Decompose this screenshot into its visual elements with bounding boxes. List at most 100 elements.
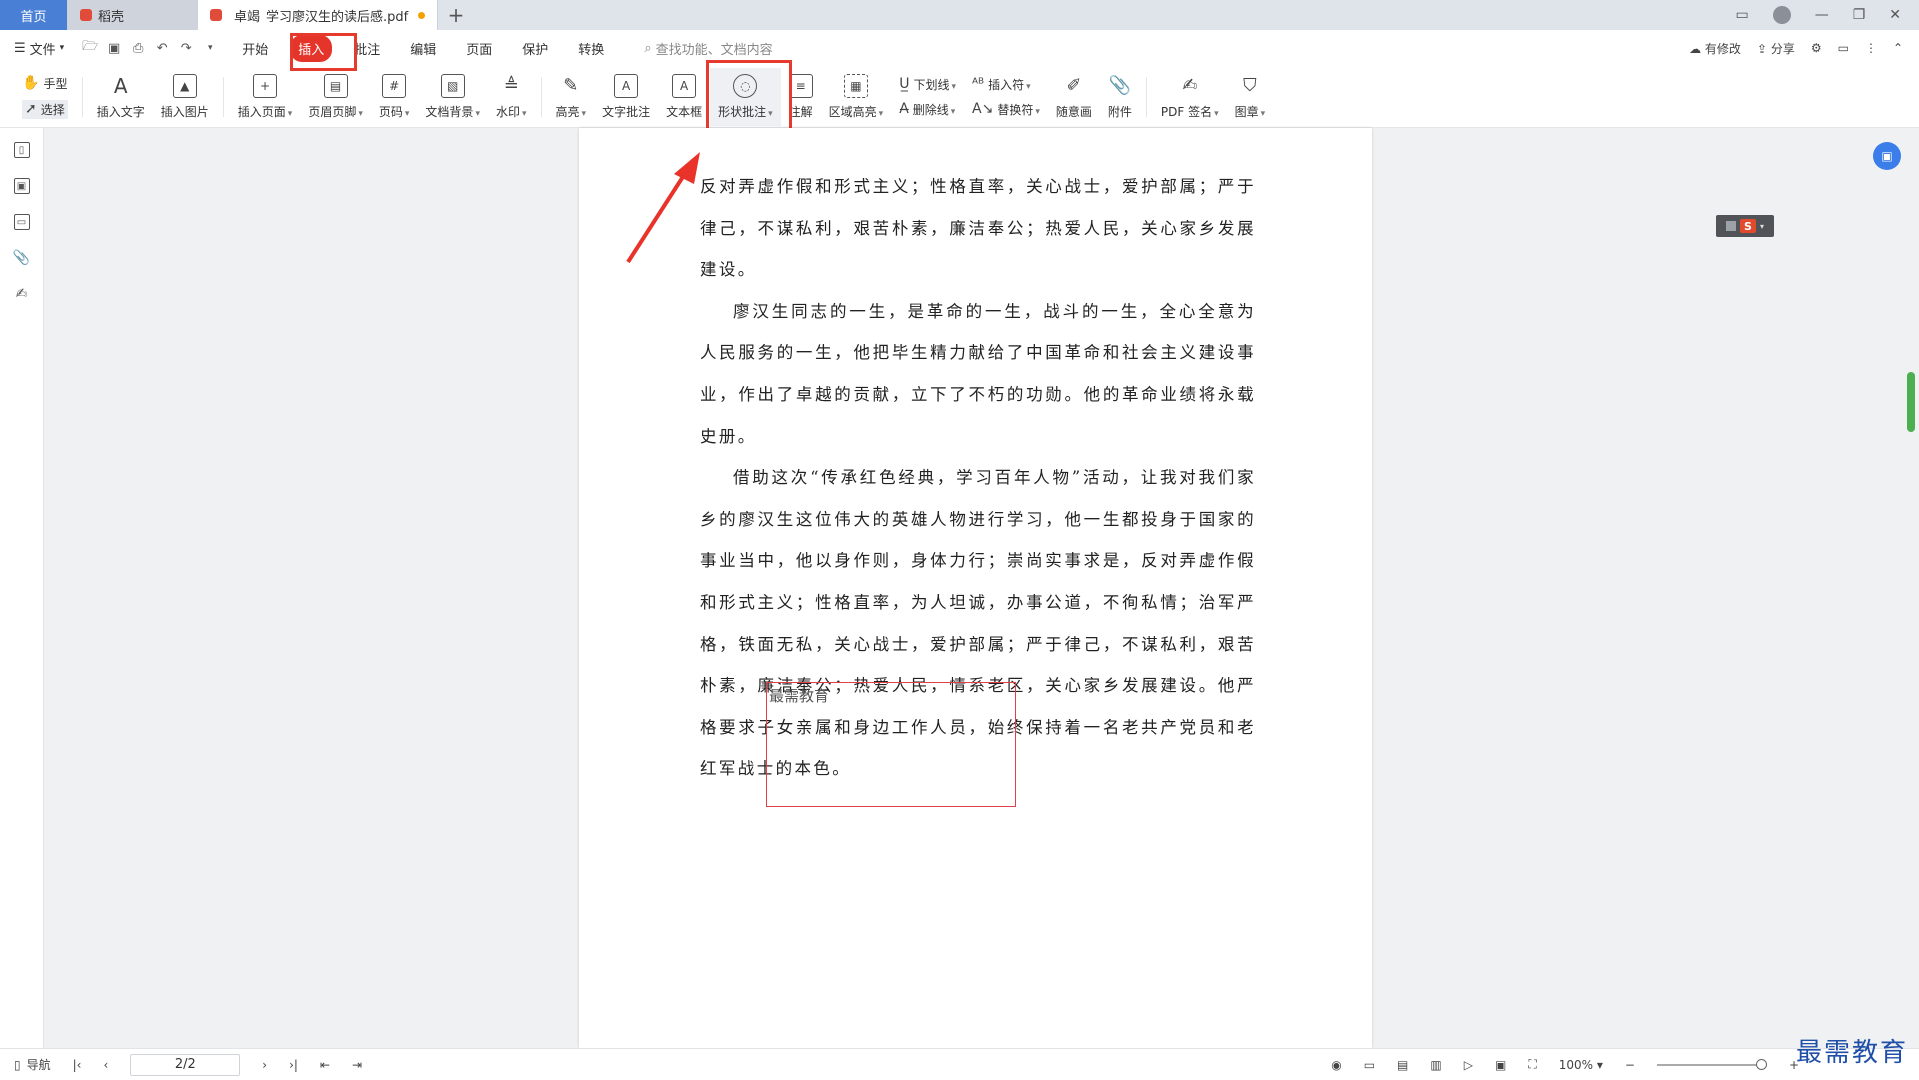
double-page-icon[interactable]: ▥ <box>1430 1058 1441 1072</box>
area-highlight-button[interactable]: ▦ 区域高亮 <box>821 68 892 126</box>
tab-document[interactable]: 卓竭 学习廖汉生的读后感.pdf <box>198 0 438 30</box>
message-icon[interactable]: ▭ <box>1838 41 1849 55</box>
pdf-sign-button[interactable]: ✍ PDF 签名 <box>1153 68 1227 126</box>
tab-start[interactable]: 开始 <box>234 35 276 62</box>
first-page-button[interactable]: |‹ <box>73 1058 82 1072</box>
text-comment-button[interactable]: A 文字批注 <box>594 68 658 126</box>
prev-page-button[interactable]: ‹ <box>103 1058 108 1072</box>
tab-edit[interactable]: 编辑 <box>402 35 444 62</box>
thumbnail-icon[interactable]: ▣ <box>13 178 30 194</box>
textbox-button[interactable]: A 文本框 <box>658 68 710 126</box>
attachment-button[interactable]: 📎 附件 <box>1100 68 1140 126</box>
settings-icon[interactable]: ⚙ <box>1811 41 1822 55</box>
fit-width-icon[interactable]: ▣ <box>1495 1058 1506 1072</box>
new-tab-button[interactable]: + <box>438 0 474 30</box>
more-chevron-icon[interactable]: ▾ <box>202 41 218 55</box>
search-placeholder: 查找功能、文档内容 <box>655 42 773 58</box>
header-footer-button[interactable]: ▤ 页眉页脚 <box>300 68 371 126</box>
restore-icon[interactable]: ❐ <box>1853 7 1866 23</box>
back-button[interactable]: ⇤ <box>320 1058 330 1072</box>
file-menu[interactable]: ☰ 文件 ▾ <box>14 39 64 58</box>
file-menu-label: 文件 <box>29 42 56 58</box>
print-icon[interactable]: ⎙ <box>130 41 146 56</box>
underline-button[interactable]: U̲ 下划线 <box>899 76 956 93</box>
chevron-left-icon: ‹ <box>103 1057 109 1072</box>
signature-panel-icon[interactable]: ✍ <box>14 286 30 302</box>
next-page-button[interactable]: › <box>262 1058 267 1072</box>
straw-icon <box>80 9 92 21</box>
undo-icon[interactable]: ↶ <box>154 41 170 56</box>
insert-page-button[interactable]: + 插入页面 <box>230 68 301 126</box>
insert-text-button[interactable]: A 插入文字 <box>89 68 153 126</box>
area-highlight-label: 区域高亮 <box>829 103 884 120</box>
hand-tool-button[interactable]: ✋ 手型 <box>22 75 68 92</box>
close-icon[interactable]: ✕ <box>1889 7 1901 23</box>
forward-icon: ⇥ <box>352 1057 363 1072</box>
grid-icon <box>1725 221 1736 231</box>
cursor-mode-group: ✋ 手型 ➚ 选择 <box>14 75 76 119</box>
last-page-icon: ›| <box>289 1057 298 1072</box>
attachment-icon[interactable]: 📎 <box>13 250 30 266</box>
annotation-text[interactable]: 最需教育 <box>769 685 829 706</box>
save-icon[interactable]: ▣ <box>106 41 122 56</box>
freehand-label: 随意画 <box>1055 104 1092 119</box>
shape-annotation[interactable]: 最需教育 <box>766 682 1016 807</box>
single-page-icon[interactable]: ▭ <box>1364 1058 1375 1072</box>
search-input[interactable]: ⌕ 查找功能、文档内容 <box>644 39 772 58</box>
tab-page[interactable]: 页面 <box>458 35 500 62</box>
last-page-button[interactable]: ›| <box>289 1058 298 1072</box>
image-icon: ▲ <box>172 73 197 98</box>
insert-image-button[interactable]: ▲ 插入图片 <box>153 68 217 126</box>
freehand-button[interactable]: ✐ 随意画 <box>1048 68 1100 126</box>
insert-text-icon: A <box>113 73 128 98</box>
play-icon[interactable]: ▷ <box>1464 1058 1473 1072</box>
insert-tab-highlight <box>290 33 357 71</box>
insert-char-button[interactable]: ᴬᴮ 插入符 <box>972 76 1040 93</box>
stamp-button[interactable]: ⛉ 图章 <box>1227 68 1274 126</box>
collapse-ribbon-icon[interactable]: ⌃ <box>1893 41 1903 55</box>
select-tool-button[interactable]: ➚ 选择 <box>22 99 68 119</box>
share-button[interactable]: ⇪ 分享 <box>1757 40 1795 57</box>
doc-background-button[interactable]: ▧ 文档背景 <box>417 68 488 126</box>
nav-toggle-button[interactable]: ▯ 导航 <box>14 1056 51 1073</box>
text-comment-icon: A <box>614 73 639 98</box>
eye-protection-icon[interactable]: ◉ <box>1331 1058 1341 1072</box>
tab-home[interactable]: 首页 <box>0 0 68 30</box>
floating-action-icon[interactable]: ▣ <box>1873 142 1901 170</box>
zoom-dropdown[interactable]: 100% ▾ <box>1559 1058 1603 1072</box>
revise-button[interactable]: ☁ 有修改 <box>1689 40 1741 57</box>
strikethrough-button[interactable]: A̶ 删除线 <box>899 101 956 118</box>
bookmark-icon[interactable]: ▯ <box>13 142 30 158</box>
ime-toolbar[interactable]: S ▾ <box>1716 215 1774 237</box>
forward-button[interactable]: ⇥ <box>352 1058 362 1072</box>
left-sidebar: ▯ ▣ ▭ 📎 ✍ <box>0 128 44 1048</box>
avatar[interactable] <box>1772 6 1791 24</box>
comment-icon[interactable]: ▭ <box>13 214 30 230</box>
watermark-button[interactable]: ≜ 水印 <box>488 68 535 126</box>
ribbon-toolbar: ✋手型 ➚选择 A 插入文字 ▲ 插入图片 + 插入页面 ▤ 页眉页脚 # 页码 ▧ 文档背… <box>0 66 1919 128</box>
zoom-out-icon[interactable]: − <box>1625 1058 1635 1072</box>
replace-char-icon: A↘ <box>972 101 994 117</box>
zoom-slider-knob[interactable] <box>1755 1058 1767 1070</box>
menu-row: ☰ 文件 ▾ 🗁 ▣ ⎙ ↶ ↷ ▾ 开始 插入 批注 编辑 页面 保护 转换 … <box>0 30 1919 66</box>
zoom-slider[interactable] <box>1656 1058 1767 1070</box>
vertical-scrollbar[interactable] <box>1907 372 1915 432</box>
fit-page-icon[interactable]: ⛶ <box>1528 1057 1536 1072</box>
open-folder-icon[interactable]: 🗁 <box>82 39 98 55</box>
replace-char-button[interactable]: A↘ 替换符 <box>972 101 1040 118</box>
nav-panel-icon: ▯ <box>14 1057 21 1072</box>
highlighter-icon: ✎ <box>563 75 579 96</box>
minimize-icon[interactable]: — <box>1815 7 1829 23</box>
tab-straw[interactable]: 稻壳 <box>68 0 198 30</box>
page-number-input[interactable]: 2/2 <box>130 1053 241 1076</box>
redo-icon[interactable]: ↷ <box>178 41 194 56</box>
window-controls: ▭ — ❐ ✕ <box>1735 0 1919 30</box>
tab-protect[interactable]: 保护 <box>514 35 556 62</box>
continuous-page-icon[interactable]: ▤ <box>1397 1058 1408 1072</box>
page-number-button[interactable]: # 页码 <box>371 68 418 126</box>
highlight-button[interactable]: ✎ 高亮 <box>548 68 595 126</box>
window-layout-icon[interactable]: ▭ <box>1735 7 1748 23</box>
sogou-icon: S <box>1739 219 1756 233</box>
tab-convert[interactable]: 转换 <box>570 35 612 62</box>
more-icon[interactable]: ⋮ <box>1865 41 1877 55</box>
